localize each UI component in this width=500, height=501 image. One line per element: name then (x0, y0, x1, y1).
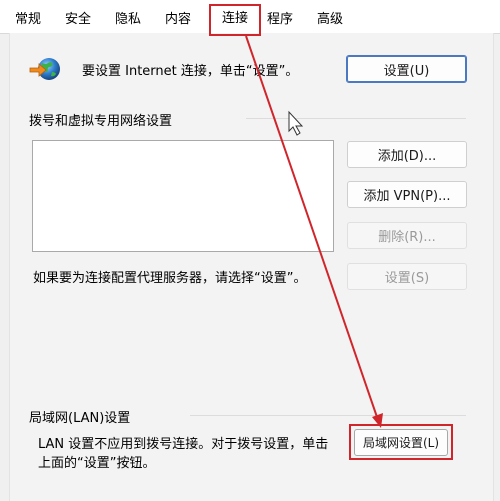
tab-general[interactable]: 常规 (10, 9, 46, 31)
dialup-settings-button[interactable]: 设置(S) (347, 263, 467, 290)
add-connection-button[interactable]: 添加(D)... (347, 141, 467, 168)
dialup-group-divider (246, 118, 466, 119)
lan-group-divider (190, 415, 466, 416)
globe-network-icon (28, 54, 64, 84)
setup-instruction: 要设置 Internet 连接，单击“设置”。 (82, 64, 299, 79)
tab-content[interactable]: 内容 (160, 9, 196, 31)
tab-advanced[interactable]: 高级 (312, 9, 348, 31)
tab-security[interactable]: 安全 (60, 9, 96, 31)
tab-programs[interactable]: 程序 (262, 9, 298, 31)
connection-list[interactable] (32, 140, 334, 252)
tab-privacy[interactable]: 隐私 (110, 9, 146, 31)
lan-group-title: 局域网(LAN)设置 (29, 411, 131, 426)
connections-tab-highlight (209, 4, 261, 36)
lan-button-highlight (349, 424, 453, 460)
remove-connection-button[interactable]: 删除(R)... (347, 222, 467, 249)
add-vpn-button[interactable]: 添加 VPN(P)... (347, 181, 467, 208)
lan-description-line1: LAN 设置不应用到拨号连接。对于拨号设置，单击 (38, 437, 329, 452)
setup-button[interactable]: 设置(U) (346, 55, 467, 83)
proxy-instruction: 如果要为连接配置代理服务器，请选择“设置”。 (33, 271, 307, 286)
dialup-group-title: 拨号和虚拟专用网络设置 (29, 114, 173, 129)
lan-description-line2: 上面的“设置”按钮。 (38, 456, 156, 471)
